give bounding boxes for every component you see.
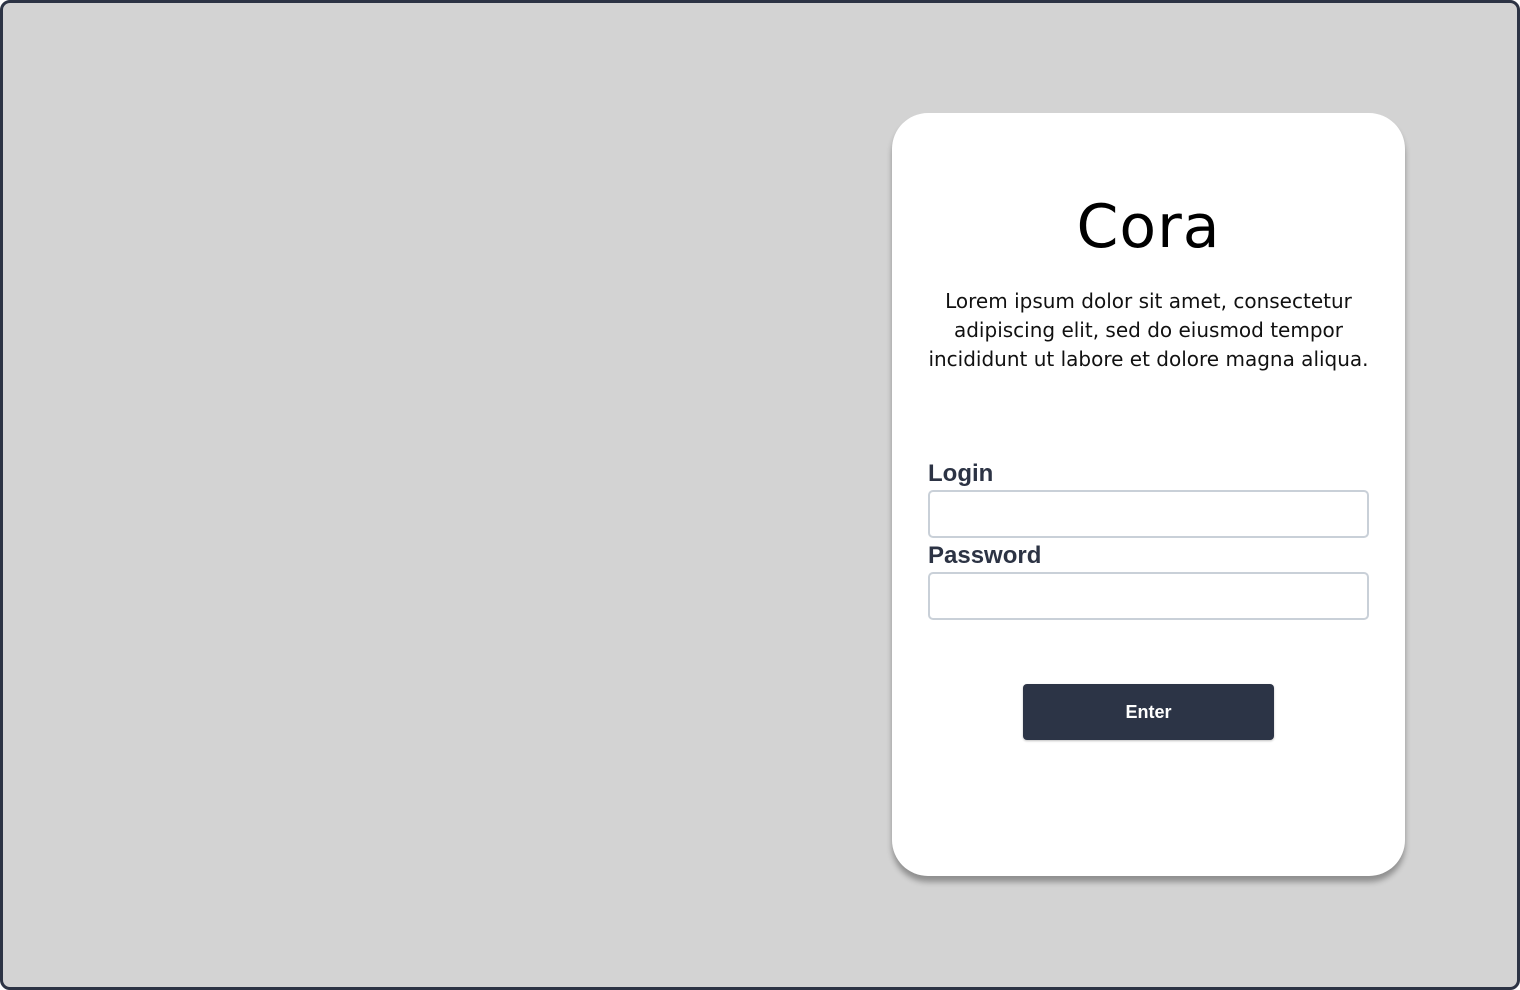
login-label: Login <box>928 460 994 487</box>
login-card: Cora Lorem ipsum dolor sit amet, consect… <box>892 113 1405 876</box>
enter-button[interactable]: Enter <box>1023 684 1274 740</box>
app-window: Cora Lorem ipsum dolor sit amet, consect… <box>0 0 1520 990</box>
app-description: Lorem ipsum dolor sit amet, consectetur … <box>928 289 1369 371</box>
login-input[interactable] <box>928 490 1369 538</box>
password-input[interactable] <box>928 572 1369 620</box>
password-label: Password <box>928 542 1042 569</box>
app-title: Cora <box>1076 192 1221 262</box>
